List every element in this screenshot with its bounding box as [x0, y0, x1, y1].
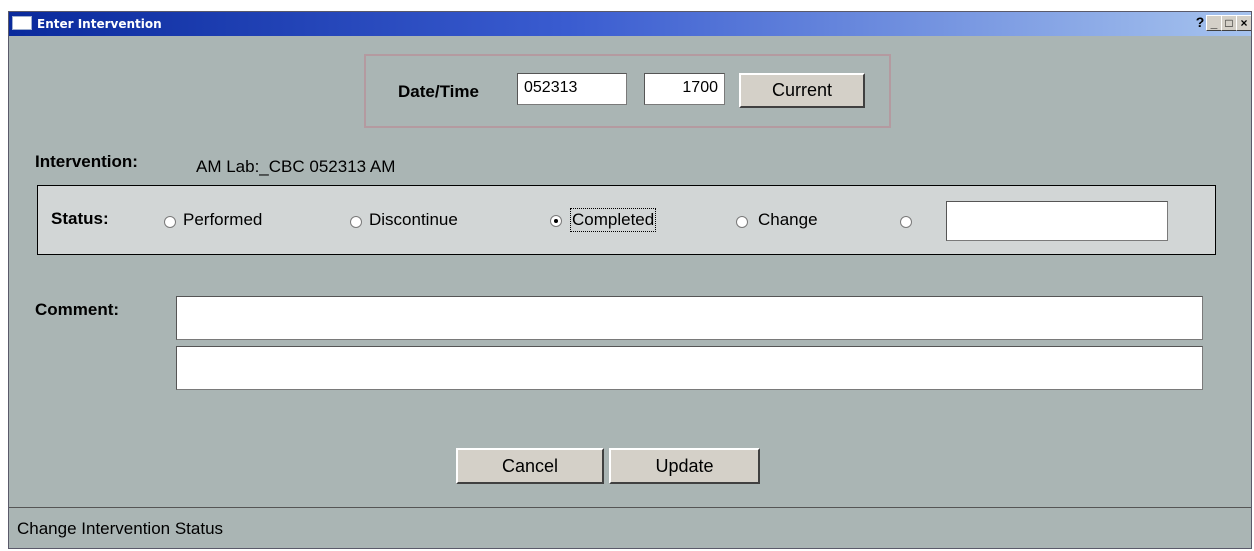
radio-other[interactable] [900, 216, 912, 228]
cancel-button[interactable]: Cancel [456, 448, 604, 484]
intervention-value: AM Lab:_CBC 052313 AM [196, 157, 396, 176]
radio-discontinue[interactable] [350, 216, 362, 228]
minimize-icon[interactable]: _ [1206, 15, 1222, 31]
intervention-label: Intervention: [35, 152, 138, 171]
comment-label: Comment: [35, 300, 120, 319]
title-bar[interactable]: Enter Intervention ? _ □ × [9, 12, 1251, 36]
status-bar: Change Intervention Status [9, 507, 1251, 548]
window-icon [12, 16, 32, 30]
comment-line-1[interactable] [176, 296, 1203, 340]
datetime-label: Date/Time [398, 82, 479, 101]
current-button[interactable]: Current [739, 73, 865, 108]
status-bar-text: Change Intervention Status [17, 519, 224, 538]
radio-performed[interactable] [164, 216, 176, 228]
status-label: Status: [51, 209, 109, 228]
maximize-icon[interactable]: □ [1221, 15, 1237, 31]
update-button[interactable]: Update [609, 448, 760, 484]
option-completed-label[interactable]: Completed [569, 208, 657, 232]
option-performed-label[interactable]: Performed [183, 210, 262, 230]
time-field[interactable]: 1700 [644, 73, 725, 105]
date-field[interactable]: 052313 [517, 73, 627, 105]
option-change-label[interactable]: Change [758, 210, 818, 230]
option-discontinue-label[interactable]: Discontinue [369, 210, 458, 230]
window-title: Enter Intervention [37, 17, 162, 31]
datetime-group: Date/Time 052313 1700 Current [364, 54, 891, 128]
status-group: Status: Performed Discontinue Completed … [37, 185, 1216, 255]
radio-completed[interactable] [550, 215, 562, 227]
close-icon[interactable]: × [1236, 15, 1251, 31]
comment-line-2[interactable] [176, 346, 1203, 390]
enter-intervention-window: Enter Intervention ? _ □ × Date/Time 052… [8, 11, 1252, 549]
other-status-field[interactable] [946, 201, 1168, 241]
radio-change[interactable] [736, 216, 748, 228]
